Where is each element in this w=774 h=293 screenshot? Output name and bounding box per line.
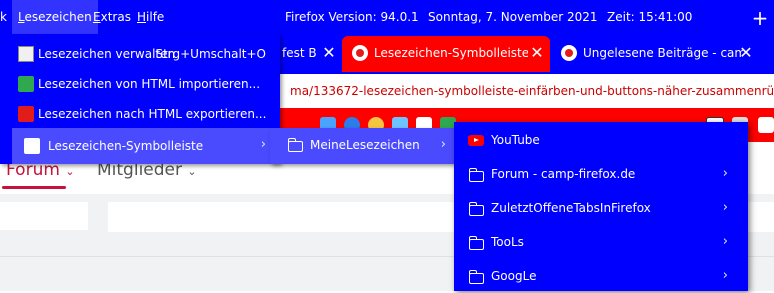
folder-icon [468, 270, 484, 284]
tab-2-selected[interactable]: Lesezeichen-Symbolleiste ein ✕ [342, 36, 550, 72]
chevron-down-icon: ⌄ [187, 165, 197, 178]
current-time: Zeit: 15:41:00 [607, 10, 693, 24]
content-panel [0, 202, 88, 230]
menu-item-label: Lesezeichen-Symbolleiste [48, 139, 204, 153]
menu-item-label: ZuletztOffeneTabsInFirefox [491, 201, 651, 215]
url-text[interactable]: ma/133672-lesezeichen-symbolleiste-einfä… [290, 84, 774, 98]
menu-item-label: TooLs [491, 235, 524, 249]
menu-item-label: Lesezeichen nach HTML exportieren... [38, 107, 267, 121]
menu-item-google-folder[interactable]: GoogLe › [454, 259, 748, 293]
menu-bar: k Lesezeichen Extras Hilfe Firefox Versi… [0, 0, 774, 34]
chevron-right-icon: › [440, 137, 446, 152]
menu-partial-item[interactable]: k [0, 0, 7, 34]
firefox-icon [561, 45, 577, 61]
firefox-icon [352, 45, 368, 61]
export-arrow-icon [18, 106, 34, 122]
toolbar-submenu: MeineLesezeichen › [270, 128, 456, 164]
tab-title: Ungelesene Beiträge - camp [583, 46, 743, 60]
chevron-right-icon: › [260, 137, 266, 152]
new-tab-plus-icon[interactable]: + [750, 4, 770, 32]
current-date: Sonntag, 7. November 2021 [428, 10, 598, 24]
menu-item-import-html[interactable]: Lesezeichen von HTML importieren... [0, 71, 280, 97]
folder-icon [287, 138, 303, 152]
close-icon[interactable]: ✕ [528, 42, 546, 64]
menu-item-forum-folder[interactable]: Forum - camp-firefox.de › [454, 157, 748, 191]
bookmark-icon[interactable] [758, 117, 774, 133]
import-arrow-icon [18, 76, 34, 92]
star-icon [24, 138, 40, 154]
menu-lesezeichen-label: esezeichen [24, 10, 92, 24]
bookmarks-manager-icon [18, 46, 34, 62]
menu-item-export-html[interactable]: Lesezeichen nach HTML exportieren... [0, 101, 280, 127]
menu-item-label: Forum - camp-firefox.de [491, 167, 636, 181]
folder-icon [468, 236, 484, 250]
tab-title: Lesezeichen-Symbolleiste ein [374, 46, 528, 60]
menu-item-manage-bookmarks[interactable]: Lesezeichen verwalten Strg+Umschalt+O [0, 41, 280, 67]
tab-3[interactable]: Ungelesene Beiträge - camp ✕ [553, 36, 761, 72]
chevron-right-icon: › [722, 200, 728, 215]
chevron-right-icon: › [722, 166, 728, 181]
chevron-right-icon: › [722, 234, 728, 249]
menu-item-label: YouTube [491, 133, 540, 147]
tab-title: fest B [282, 46, 317, 60]
nav-active-underline [2, 186, 66, 189]
chevron-right-icon: › [722, 268, 728, 283]
folder-icon [468, 168, 484, 182]
folder-submenu: YouTube Forum - camp-firefox.de › Zuletz… [454, 122, 748, 291]
folder-icon [468, 202, 484, 216]
menu-item-youtube[interactable]: YouTube [454, 123, 748, 157]
youtube-icon [468, 135, 484, 146]
menu-extras[interactable]: Extras [93, 0, 131, 34]
close-icon[interactable]: ✕ [320, 42, 338, 64]
menu-item-label: GoogLe [491, 269, 537, 283]
close-icon[interactable]: ✕ [737, 42, 755, 64]
menu-hilfe[interactable]: Hilfe [137, 0, 164, 34]
menu-item-bookmarks-toolbar[interactable]: Lesezeichen-Symbolleiste › [12, 128, 280, 164]
submenu-folder-label[interactable]: MeineLesezeichen [310, 138, 420, 152]
tab-1[interactable]: fest B ✕ [280, 36, 340, 72]
firefox-version: Firefox Version: 94.0.1 [285, 10, 419, 24]
shortcut-label: Strg+Umschalt+O [155, 47, 266, 61]
menu-item-recent-tabs-folder[interactable]: ZuletztOffeneTabsInFirefox › [454, 191, 748, 225]
chevron-down-icon: ⌄ [65, 165, 75, 178]
bookmarks-menu: Lesezeichen verwalten Strg+Umschalt+O Le… [0, 34, 280, 164]
menu-item-tools-folder[interactable]: TooLs › [454, 225, 748, 259]
menu-lesezeichen[interactable]: Lesezeichen [12, 0, 98, 34]
menu-item-label: Lesezeichen von HTML importieren... [38, 77, 261, 91]
